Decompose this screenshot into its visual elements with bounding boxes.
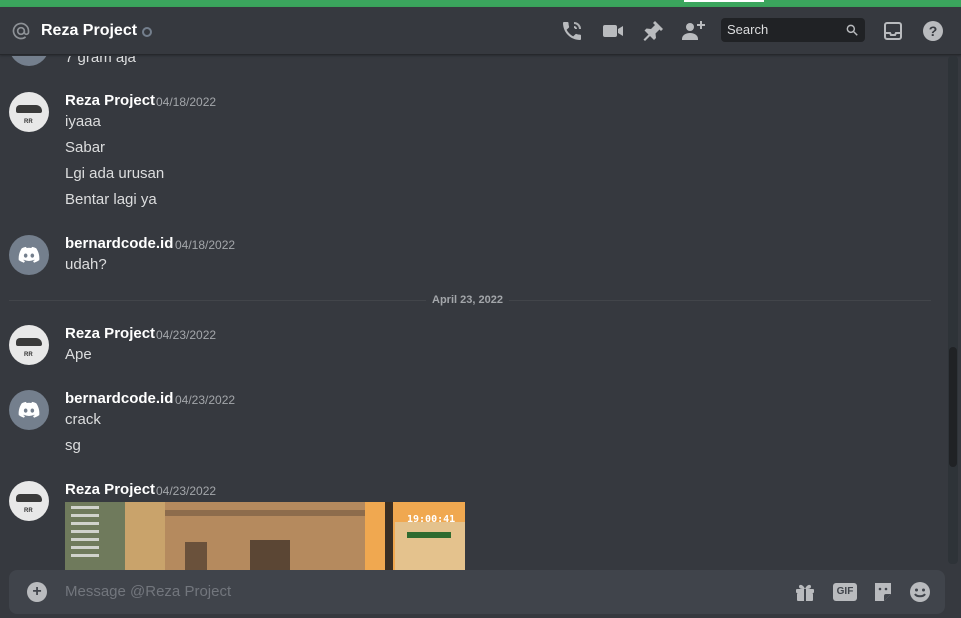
message-line: Bentar lagi ya <box>65 191 157 208</box>
message-line: Ape <box>65 346 92 363</box>
image-attachment[interactable]: 19:00:41 <box>65 502 465 570</box>
message-line: 7 gram aja <box>65 56 136 66</box>
message-line: iyaaa <box>65 113 101 130</box>
scrollbar-track[interactable] <box>948 56 958 564</box>
message-timestamp: 04/23/2022 <box>175 393 236 407</box>
message-author[interactable]: Reza Project <box>65 325 155 343</box>
at-icon <box>12 22 30 40</box>
message-line: Sabar <box>65 139 106 156</box>
avatar[interactable] <box>9 390 49 430</box>
discord-logo-icon <box>18 246 40 263</box>
message-input-placeholder[interactable]: Message @Reza Project <box>65 583 231 601</box>
message-author[interactable]: bernardcode.id <box>65 390 173 408</box>
gift-icon[interactable] <box>793 580 817 604</box>
message-author[interactable]: Reza Project <box>65 481 155 499</box>
message-line: Lgi ada urusan <box>65 165 165 182</box>
svg-text:?: ? <box>929 23 938 39</box>
scrollbar-thumb[interactable] <box>949 347 957 467</box>
message-author[interactable]: Reza Project <box>65 92 155 110</box>
avatar[interactable]: RR <box>9 92 49 132</box>
discord-logo-icon <box>18 401 40 418</box>
add-friends-to-dm-icon[interactable] <box>681 19 705 43</box>
emoji-icon[interactable] <box>908 580 932 604</box>
status-offline-indicator <box>142 27 152 37</box>
start-video-call-icon[interactable] <box>601 19 625 43</box>
top-status-strip <box>0 0 961 7</box>
game-clock: 19:00:41 <box>407 514 456 525</box>
message-timestamp: 04/23/2022 <box>156 328 217 342</box>
channel-header: Reza Project Search ? <box>0 7 961 55</box>
gif-icon[interactable]: GIF <box>833 580 857 604</box>
search-icon <box>846 24 858 36</box>
start-voice-call-icon[interactable] <box>560 19 584 43</box>
message-timestamp: 04/23/2022 <box>156 484 217 498</box>
message-line: crack <box>65 411 101 428</box>
message-author[interactable]: bernardcode.id <box>65 235 173 253</box>
message-timestamp: 04/18/2022 <box>175 238 236 252</box>
gif-label: GIF <box>836 586 854 597</box>
upload-plus-icon[interactable]: + <box>27 582 47 602</box>
dm-title: Reza Project <box>41 22 138 39</box>
message-line: udah? <box>65 256 107 273</box>
message-timestamp: 04/18/2022 <box>156 95 217 109</box>
top-strip-highlight <box>684 0 764 2</box>
message-list[interactable]: 7 gram aja RR Reza Project 04/18/2022 iy… <box>0 56 948 570</box>
search-placeholder: Search <box>727 22 769 37</box>
avatar[interactable]: RR <box>9 481 49 521</box>
sticker-icon[interactable] <box>871 580 895 604</box>
help-icon[interactable]: ? <box>921 19 945 43</box>
message-line: sg <box>65 437 81 454</box>
message-composer[interactable]: + Message @Reza Project GIF <box>9 570 945 614</box>
avatar[interactable]: RR <box>9 325 49 365</box>
avatar[interactable] <box>9 235 49 275</box>
inbox-icon[interactable] <box>881 19 905 43</box>
date-divider-label: April 23, 2022 <box>426 294 509 307</box>
pinned-messages-icon[interactable] <box>641 19 665 43</box>
avatar[interactable] <box>9 56 49 66</box>
search-box[interactable]: Search <box>721 18 865 42</box>
